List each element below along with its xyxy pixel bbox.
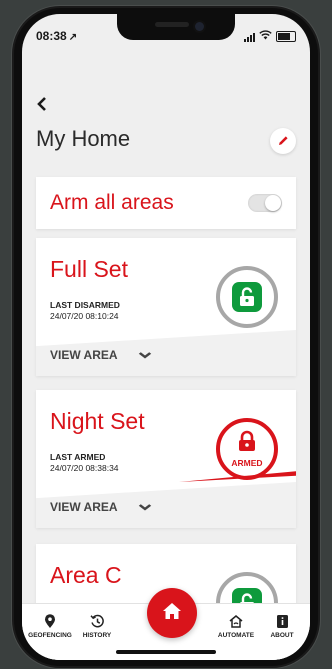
unlocked-padlock-icon bbox=[232, 282, 262, 312]
area-name: Area C bbox=[50, 562, 122, 588]
area-state-label: LAST DISARMED bbox=[50, 300, 120, 310]
history-icon bbox=[69, 614, 125, 630]
app-screen: 08:38 ↗ My Home Arm all areas Full Set LA… bbox=[22, 14, 310, 660]
view-area-button[interactable]: VIEW AREA bbox=[50, 348, 118, 362]
home-icon bbox=[162, 602, 182, 625]
chevron-left-icon bbox=[36, 94, 48, 116]
area-name: Full Set bbox=[50, 256, 128, 282]
back-button[interactable] bbox=[36, 94, 48, 117]
page-title: My Home bbox=[36, 126, 131, 151]
battery-icon bbox=[276, 31, 296, 42]
armed-badge: ARMED bbox=[231, 458, 263, 468]
area-state-date: 24/07/20 08:10:24 bbox=[50, 311, 119, 321]
camera bbox=[195, 22, 204, 31]
area-state-label: LAST ARMED bbox=[50, 452, 106, 462]
area-card-night-set[interactable]: Night Set LAST ARMED 24/07/20 08:38:34 A… bbox=[36, 390, 296, 528]
area-card-full-set[interactable]: Full Set LAST DISARMED 24/07/20 08:10:24… bbox=[36, 238, 296, 376]
status-time: 08:38 ↗ bbox=[36, 29, 78, 43]
arm-all-label: Arm all areas bbox=[50, 191, 174, 214]
edit-button[interactable] bbox=[270, 128, 296, 154]
home-button[interactable] bbox=[147, 588, 197, 638]
location-arrow-icon: ↗ bbox=[68, 32, 78, 43]
chevron-down-icon[interactable] bbox=[138, 500, 152, 514]
speaker bbox=[155, 22, 189, 27]
tab-about[interactable]: ABOUT bbox=[254, 614, 310, 639]
info-icon bbox=[254, 614, 310, 630]
home-indicator bbox=[116, 650, 216, 654]
wifi-icon bbox=[259, 30, 272, 43]
pencil-icon bbox=[278, 134, 289, 149]
locked-padlock-icon bbox=[237, 430, 257, 457]
view-area-button[interactable]: VIEW AREA bbox=[50, 500, 118, 514]
chevron-down-icon[interactable] bbox=[138, 348, 152, 362]
area-state-date: 24/07/20 08:38:34 bbox=[50, 463, 119, 473]
arm-all-toggle[interactable] bbox=[248, 194, 282, 212]
notch bbox=[117, 14, 235, 40]
tab-history[interactable]: HISTORY bbox=[69, 614, 125, 639]
area-name: Night Set bbox=[50, 408, 145, 434]
status-icons bbox=[244, 30, 296, 43]
signal-icon bbox=[244, 32, 255, 42]
armed-lock-button[interactable]: ARMED bbox=[216, 418, 278, 480]
disarmed-lock-button[interactable] bbox=[216, 266, 278, 328]
arm-all-card: Arm all areas bbox=[36, 177, 296, 229]
